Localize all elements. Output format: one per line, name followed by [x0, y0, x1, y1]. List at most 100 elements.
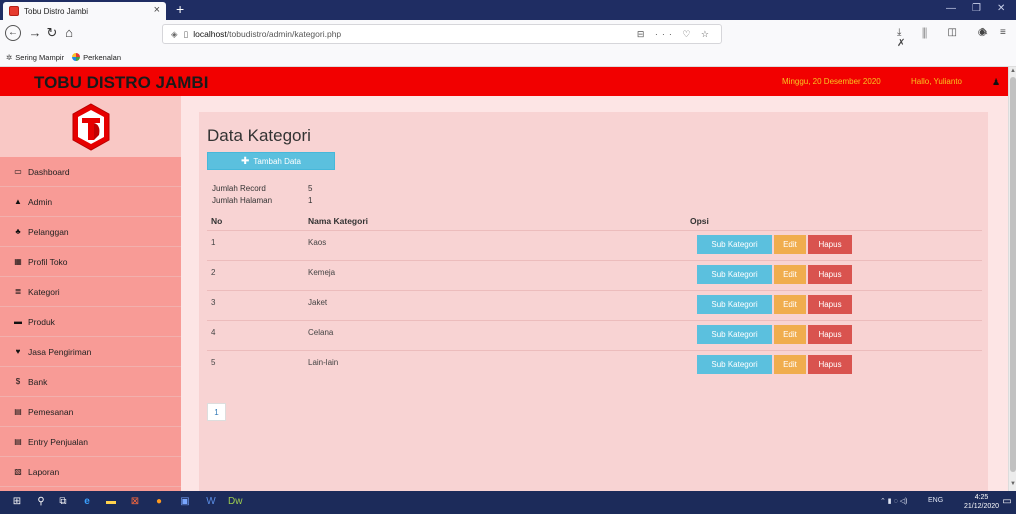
minimize-icon[interactable]: — — [946, 3, 956, 14]
list-icon: ≣ — [14, 287, 22, 296]
url-path: /tobudistro/admin/kategori.php — [226, 29, 342, 39]
sidebar-item-label: Admin — [28, 196, 53, 207]
column-header-no: No — [211, 216, 223, 226]
td-logo-icon — [72, 103, 110, 151]
sidebar-item-profil-toko[interactable]: ▦ Profil Toko — [0, 247, 181, 277]
scroll-up-icon[interactable]: ▲ — [1010, 68, 1016, 74]
url-actions-icons[interactable]: ⊟ ··· ♡ ☆ — [637, 29, 713, 40]
sidebar-item-pelanggan[interactable]: ♣ Pelanggan — [0, 217, 181, 247]
gear-icon: ✲ — [6, 52, 13, 62]
row-number: 5 — [211, 358, 216, 367]
home-icon[interactable]: ⌂ — [61, 25, 77, 41]
sidebar-item-bank[interactable]: $ Bank — [0, 367, 181, 397]
firefox-icon[interactable]: ● — [152, 495, 166, 509]
url-host: localhost — [193, 29, 227, 39]
edit-button[interactable]: Edit — [774, 235, 806, 254]
scroll-down-icon[interactable]: ▼ — [1010, 481, 1016, 487]
app-icon[interactable]: ▣ — [178, 495, 192, 509]
language-indicator[interactable]: ENG — [928, 497, 943, 504]
category-name: Celana — [308, 328, 334, 337]
sidebar-item-label: Jasa Pengiriman — [28, 346, 92, 357]
browser-tab-bar: Tobu Distro Jambi × + — ❐ ✕ — [0, 0, 1016, 20]
delete-button[interactable]: Hapus — [808, 325, 852, 344]
dollar-icon: $ — [15, 377, 21, 386]
row-number: 3 — [211, 298, 216, 307]
user-icon[interactable]: ♟ — [992, 77, 1000, 88]
edit-button[interactable]: Edit — [774, 295, 806, 314]
sub-category-button[interactable]: Sub Kategori — [697, 235, 772, 254]
restore-icon[interactable]: ❐ — [972, 3, 981, 14]
forward-icon[interactable]: → — [27, 25, 43, 41]
sidebar-item-label: Laporan — [28, 466, 60, 477]
category-name: Jaket — [308, 298, 328, 307]
xampp-icon[interactable]: ⊠ — [128, 495, 142, 509]
edit-button[interactable]: Edit — [774, 355, 806, 374]
add-data-button[interactable]: ✚ Tambah Data — [207, 152, 335, 170]
column-header-name: Nama Kategori — [308, 216, 368, 226]
back-icon[interactable]: ← — [5, 25, 21, 41]
sidebar-item-produk[interactable]: ▬ Produk — [0, 307, 181, 337]
word-icon[interactable]: W — [204, 495, 218, 509]
brand-title[interactable]: TOBU DISTRO JAMBI — [34, 73, 208, 93]
sub-category-button[interactable]: Sub Kategori — [697, 295, 772, 314]
row-number: 1 — [211, 238, 216, 247]
table-row: 2 Kemeja Sub Kategori Edit Hapus — [207, 260, 982, 290]
category-name: Lain-lain — [308, 358, 339, 367]
notification-icon[interactable]: ▭ — [1000, 495, 1014, 509]
tab-close-icon[interactable]: × — [154, 4, 160, 16]
dreamweaver-icon[interactable]: Dw — [228, 495, 242, 509]
edit-button[interactable]: Edit — [774, 265, 806, 284]
delete-button[interactable]: Hapus — [808, 355, 852, 374]
user-greeting[interactable]: Hallo, Yulianto — [911, 77, 962, 86]
column-header-options: Opsi — [690, 216, 709, 226]
clock-time: 4:25 — [974, 494, 989, 501]
sidebar-item-pemesanan[interactable]: ▤ Pemesanan — [0, 397, 181, 427]
sidebar-item-jasa-pengiriman[interactable]: ♥ Jasa Pengiriman — [0, 337, 181, 367]
bookmark-perkenalan[interactable]: Perkenalan — [72, 53, 121, 62]
reload-icon[interactable]: ↻ — [44, 25, 60, 41]
url-bar[interactable]: ◈ ▯ localhost /tobudistro/admin/kategori… — [162, 24, 722, 44]
sidebar-item-kategori[interactable]: ≣ Kategori — [0, 277, 181, 307]
toolbar-icons[interactable]: ⤓ ⫼ ◫ ◉ ✗ — [897, 27, 1016, 49]
system-clock[interactable]: 4:25 21/12/2020 — [964, 493, 999, 511]
task-view-icon[interactable]: ⧉ — [56, 495, 70, 509]
sidebar-item-laporan[interactable]: ▧ Laporan — [0, 457, 181, 487]
delete-button[interactable]: Hapus — [808, 265, 852, 284]
extension-icon[interactable]: ✎ — [980, 27, 988, 38]
credit-card-icon: ▤ — [14, 407, 22, 416]
table-row: 5 Lain-lain Sub Kategori Edit Hapus — [207, 350, 982, 380]
page-count-label: Jumlah Halaman — [212, 196, 273, 205]
edit-button[interactable]: Edit — [774, 325, 806, 344]
file-explorer-icon[interactable]: ▬ — [104, 495, 118, 509]
browser-nav-bar: ← → ↻ ⌂ ◈ ▯ localhost /tobudistro/admin/… — [0, 20, 1016, 49]
menu-icon[interactable]: ≡ — [1000, 27, 1006, 38]
bookmark-label: Sering Mampir — [15, 52, 65, 62]
edge-icon[interactable]: e — [80, 495, 94, 509]
pagination-page-1[interactable]: 1 — [207, 403, 226, 421]
tray-icons[interactable]: ⌃ ▮ ◌ ◁) — [880, 497, 907, 505]
sub-category-button[interactable]: Sub Kategori — [697, 265, 772, 284]
shield-icon: ◈ — [171, 28, 178, 39]
sidebar-item-admin[interactable]: ▲ Admin — [0, 187, 181, 217]
close-window-icon[interactable]: ✕ — [997, 3, 1005, 14]
users-icon: ♣ — [15, 227, 21, 236]
delete-button[interactable]: Hapus — [808, 235, 852, 254]
delete-button[interactable]: Hapus — [808, 295, 852, 314]
scrollbar-thumb[interactable] — [1010, 77, 1016, 472]
add-data-label: Tambah Data — [253, 156, 301, 166]
page-title: Data Kategori — [207, 126, 311, 145]
bookmarks-bar: ✲ Sering Mampir Perkenalan — [0, 48, 1016, 67]
logo-area — [0, 96, 181, 157]
bookmark-sering-mampir[interactable]: ✲ Sering Mampir — [6, 53, 64, 62]
sidebar-item-entry-penjualan[interactable]: ▤ Entry Penjualan — [0, 427, 181, 457]
search-icon[interactable]: ⚲ — [34, 495, 48, 509]
windows-start-icon[interactable]: ⊞ — [10, 495, 24, 509]
sub-category-button[interactable]: Sub Kategori — [697, 355, 772, 374]
sub-category-button[interactable]: Sub Kategori — [697, 325, 772, 344]
page-scrollbar[interactable]: ▲ ▼ — [1008, 67, 1016, 491]
table-row: 1 Kaos Sub Kategori Edit Hapus — [207, 230, 982, 260]
new-tab-button[interactable]: + — [176, 1, 184, 17]
sidebar-item-label: Dashboard — [28, 166, 70, 177]
sidebar-item-dashboard[interactable]: ▭ Dashboard — [0, 157, 181, 187]
browser-tab[interactable]: Tobu Distro Jambi × — [3, 2, 166, 20]
